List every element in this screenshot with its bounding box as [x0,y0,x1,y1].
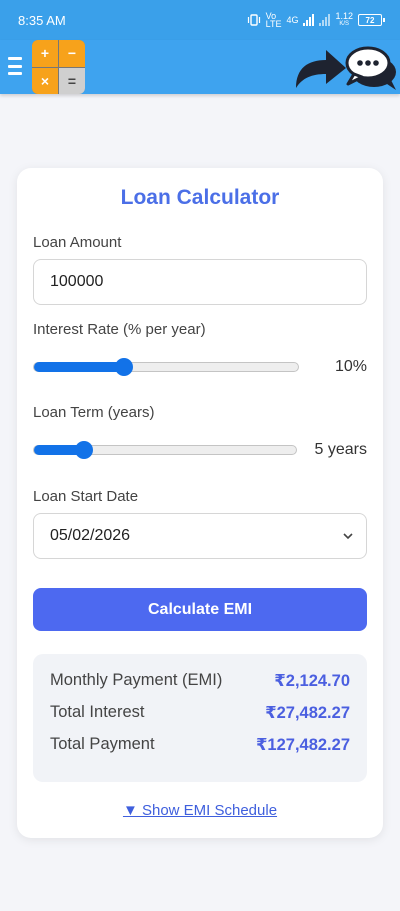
total-payment-row: Total Payment ₹127,482.27 [50,735,350,755]
loan-calculator-card: Loan Calculator Loan Amount Interest Rat… [17,168,383,838]
app-bar: + − × = [0,40,400,94]
loan-term-value: 5 years [314,441,367,458]
loan-term-slider-thumb[interactable] [75,441,93,459]
total-payment-value: ₹127,482.27 [255,736,350,754]
interest-rate-label: Interest Rate (% per year) [33,321,206,338]
menu-icon[interactable] [8,57,22,75]
interest-rate-slider-fill [34,362,124,372]
start-date-value: 05/02/2026 [50,527,131,544]
total-interest-label: Total Interest [50,703,145,721]
calculator-logo-icon: + − × = [32,40,85,94]
total-payment-label: Total Payment [50,735,155,753]
emi-value: ₹2,124.70 [274,672,350,690]
interest-rate-slider-thumb[interactable] [115,358,133,376]
signal-2-icon [319,14,331,26]
loan-amount-input[interactable] [33,259,367,305]
interest-rate-slider[interactable] [33,358,299,376]
emi-row: Monthly Payment (EMI) ₹2,124.70 [50,671,350,691]
interest-rate-value: 10% [334,358,367,375]
emi-label: Monthly Payment (EMI) [50,671,223,689]
loan-term-label: Loan Term (years) [33,404,155,421]
status-time: 8:35 AM [18,12,66,28]
signal-icon [303,14,315,26]
start-date-select[interactable]: 05/02/2026 [33,513,367,559]
page-title: Loan Calculator [120,186,280,209]
loan-term-slider[interactable] [33,441,297,459]
status-icons: Vo LTE 4G 1.12 K/S 72 [247,11,385,29]
total-interest-row: Total Interest ₹27,482.27 [50,703,350,723]
chat-bubbles-icon[interactable] [344,44,400,92]
total-interest-value: ₹27,482.27 [265,704,350,722]
loan-amount-label: Loan Amount [33,234,122,251]
chevron-down-icon [343,533,353,540]
network-speed: 1.12 K/S [335,11,353,28]
show-emi-schedule-link[interactable]: ▼ Show EMI Schedule [17,802,383,819]
network-type: 4G [286,15,299,25]
battery-icon: 72 [358,14,385,26]
vibrate-icon [247,14,260,26]
calculate-emi-button[interactable]: Calculate EMI [33,588,367,631]
share-arrow-icon[interactable] [290,44,350,92]
status-bar: 8:35 AM Vo LTE 4G 1.12 K/S 72 [0,0,400,40]
results-panel: Monthly Payment (EMI) ₹2,124.70 Total In… [33,654,367,782]
start-date-label: Loan Start Date [33,488,139,505]
volte-indicator: Vo LTE [265,11,282,29]
